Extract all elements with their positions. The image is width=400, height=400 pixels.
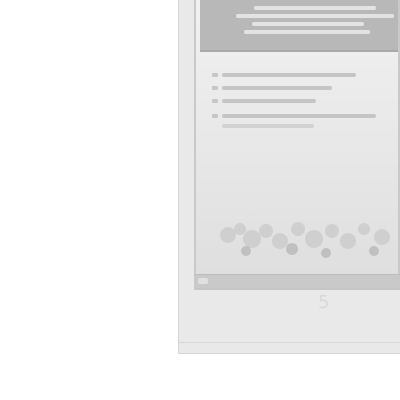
header-text-line	[254, 6, 376, 10]
slide-canvas[interactable]	[194, 0, 400, 290]
page-number: 5	[318, 292, 330, 313]
header-text-line	[236, 14, 394, 18]
bullet-icon	[212, 73, 218, 77]
slide-preview[interactable]: 5	[178, 0, 400, 313]
bullet-icon	[212, 114, 218, 118]
bottom-separator	[178, 342, 400, 343]
header-text-line	[244, 30, 370, 34]
body-text-line	[222, 114, 376, 118]
slide-footer-bar	[194, 274, 400, 288]
body-text-line	[222, 73, 356, 77]
slide-header	[200, 0, 398, 52]
floral-decoration-icon	[220, 222, 390, 258]
body-text-line	[222, 86, 332, 90]
bullet-icon	[212, 86, 218, 90]
bullet-icon	[212, 99, 218, 103]
body-text-line	[222, 99, 316, 103]
header-text-line	[252, 22, 364, 26]
slide-footer-icon	[198, 278, 208, 284]
body-text-line	[222, 124, 314, 128]
